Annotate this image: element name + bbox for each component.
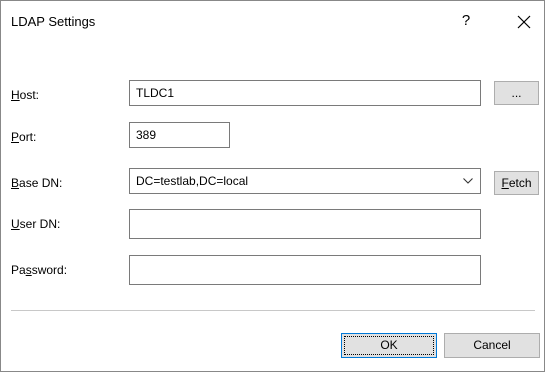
cancel-button[interactable]: Cancel	[444, 333, 540, 358]
chevron-down-icon[interactable]	[462, 169, 474, 193]
close-icon	[517, 15, 531, 29]
close-button[interactable]	[511, 7, 537, 35]
dialog-title: LDAP Settings	[11, 14, 96, 29]
separator	[11, 310, 535, 311]
ldap-settings-dialog: LDAP Settings ? Host: TLDC1 ... Port: 38…	[0, 0, 545, 372]
user-dn-label: User DN:	[11, 217, 61, 231]
base-dn-value: DC=testlab,DC=local	[136, 174, 249, 188]
password-input[interactable]	[129, 255, 481, 285]
help-label: ?	[461, 12, 471, 29]
title-bar: LDAP Settings ?	[1, 1, 544, 41]
base-dn-label: Base DN:	[11, 176, 63, 190]
focus-rectangle	[344, 336, 434, 355]
host-label: Host:	[11, 88, 40, 102]
user-dn-input[interactable]	[129, 209, 481, 239]
host-input[interactable]: TLDC1	[129, 80, 481, 106]
ok-button[interactable]: OK	[341, 333, 437, 358]
browse-host-button[interactable]: ...	[494, 81, 539, 105]
fetch-button[interactable]: Fetch	[494, 171, 539, 195]
password-label: Password:	[11, 263, 68, 277]
port-input[interactable]: 389	[129, 122, 230, 148]
help-button[interactable]: ?	[453, 7, 479, 35]
base-dn-combobox[interactable]: DC=testlab,DC=local	[129, 168, 481, 194]
port-label: Port:	[11, 130, 37, 144]
